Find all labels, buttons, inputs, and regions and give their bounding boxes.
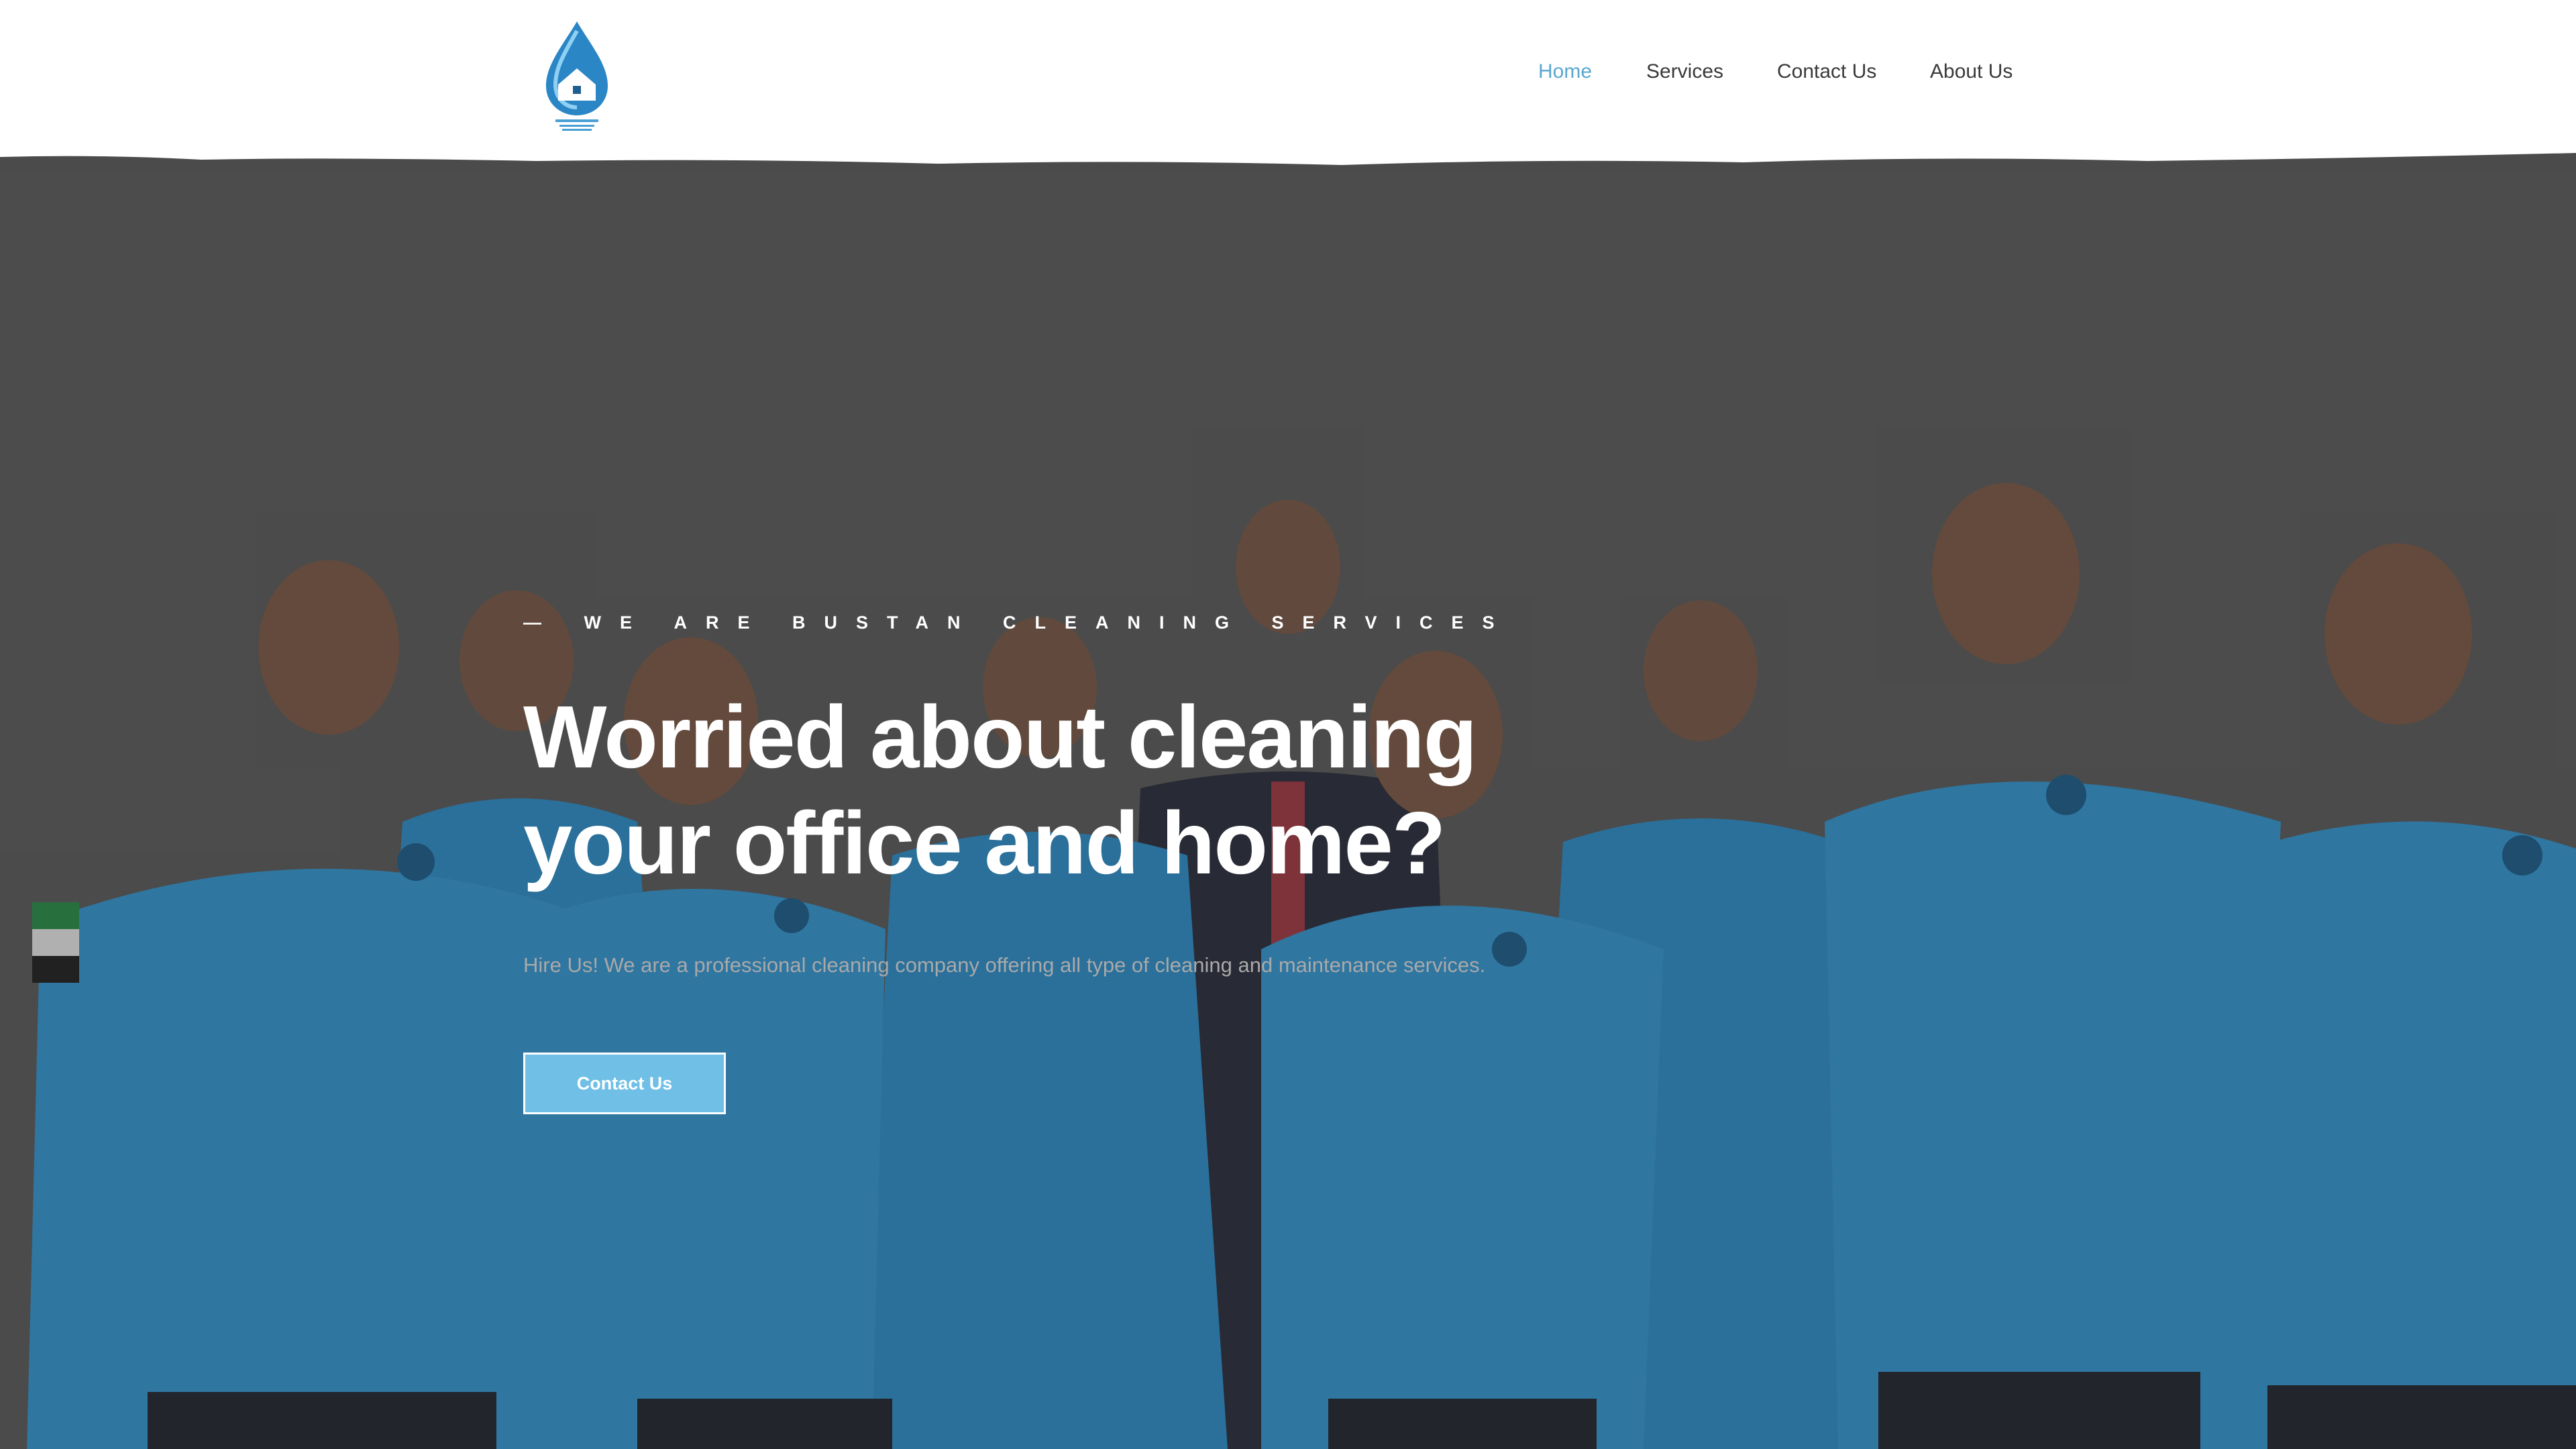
nav-item-contact-us[interactable]: Contact Us [1777,60,1876,83]
hero-headline: Worried about cleaning your office and h… [523,684,1597,896]
nav-item-home[interactable]: Home [1538,60,1592,83]
hero-headline-line-2: your office and home? [523,794,1446,892]
main-nav: Home Services Contact Us About Us [0,60,2576,87]
hero-section: — WE ARE BUSTAN CLEANING SERVICES Worrie… [0,151,2576,1449]
hero-headline-line-1: Worried about cleaning [523,688,1477,786]
hero-tagline: — WE ARE BUSTAN CLEANING SERVICES [523,612,1513,633]
contact-us-button[interactable]: Contact Us [523,1053,726,1114]
page: — WE ARE BUSTAN CLEANING SERVICES Worrie… [0,0,2576,1449]
header-torn-edge [0,0,2576,165]
hero-subtext: Hire Us! We are a professional cleaning … [523,953,1486,977]
site-header: Home Services Contact Us About Us [0,0,2576,174]
nav-item-services[interactable]: Services [1646,60,1723,83]
nav-item-about-us[interactable]: About Us [1930,60,2012,83]
hero-content: — WE ARE BUSTAN CLEANING SERVICES Worrie… [523,612,1798,1114]
